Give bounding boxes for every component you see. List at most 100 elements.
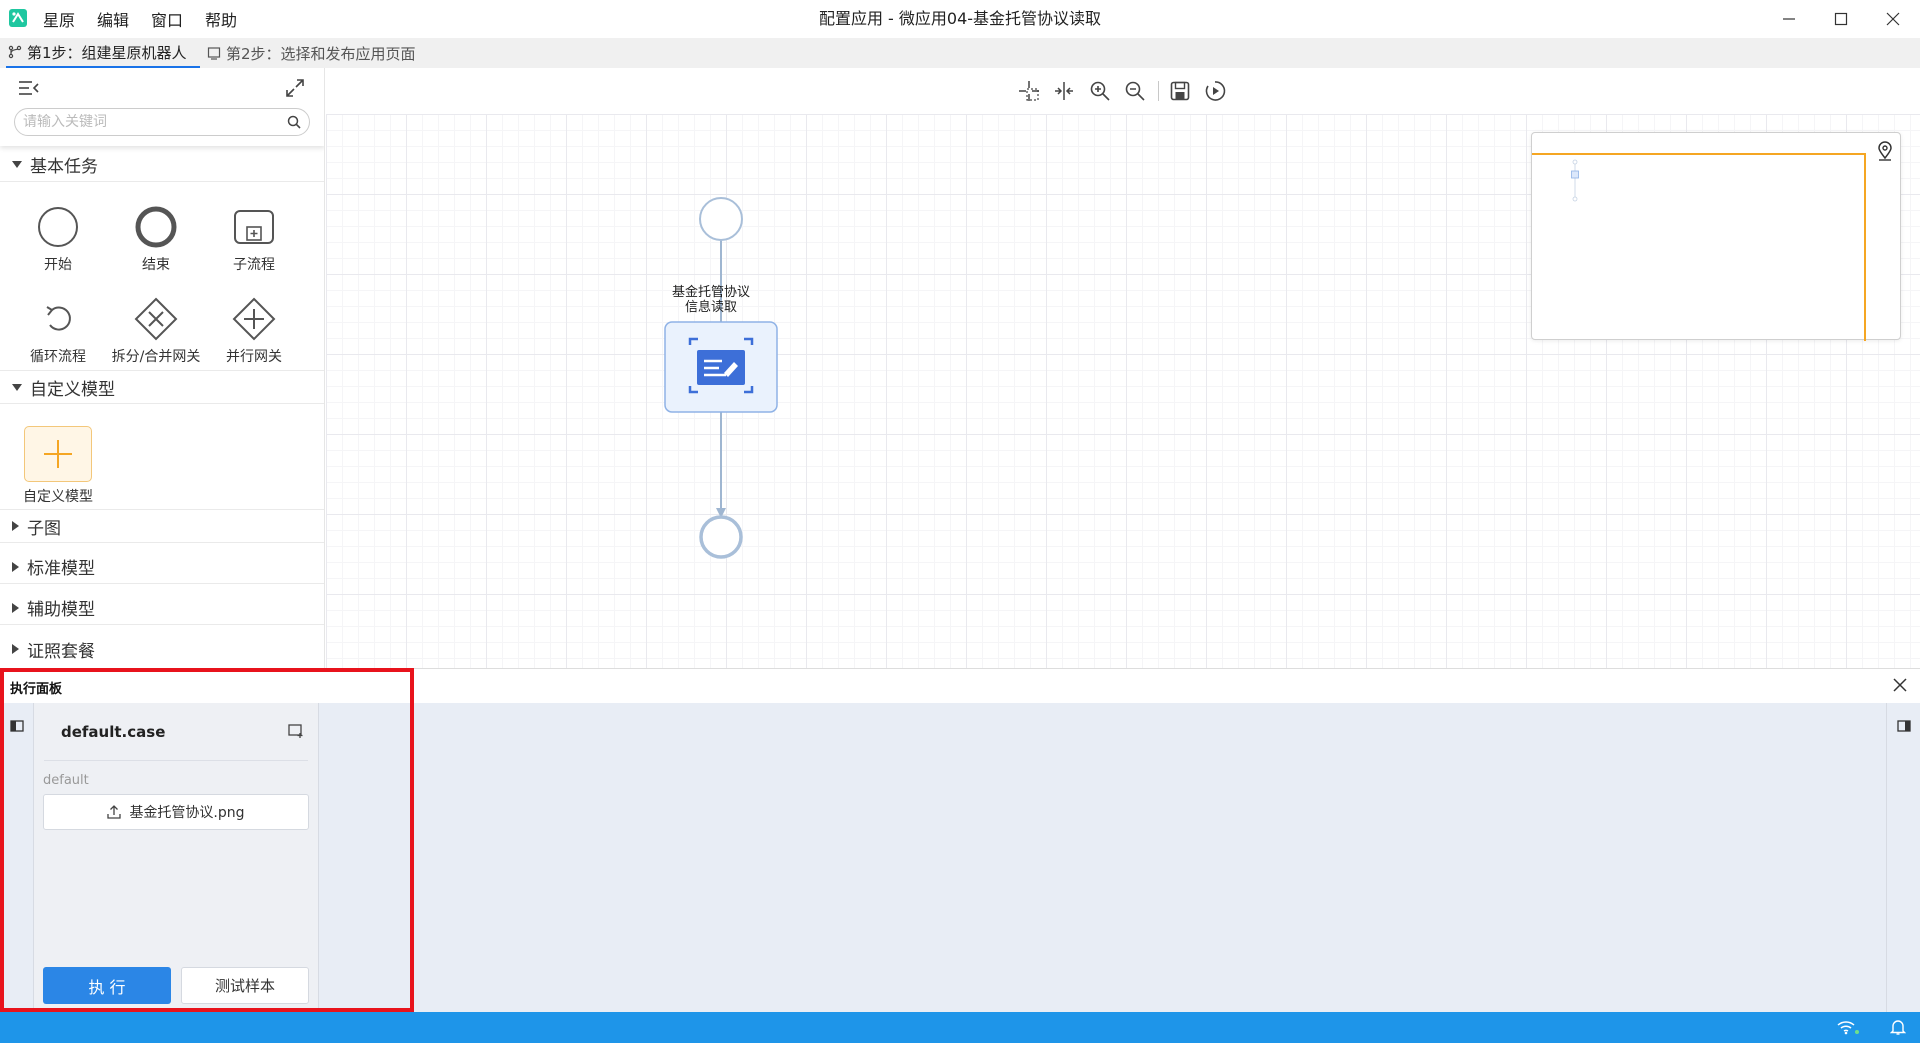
palette-search-box [14, 108, 310, 136]
right-dock-strip [1886, 703, 1920, 1013]
close-window-button[interactable] [1873, 5, 1913, 33]
step-1-label: 第1步：组建星原机器人 [27, 43, 187, 62]
section-standard-models[interactable]: 标准模型 [0, 550, 324, 584]
section-title: 证照套餐 [27, 641, 95, 662]
upload-file-name: 基金托管协议.png [129, 805, 245, 821]
minimize-icon [1783, 18, 1795, 20]
close-icon [1886, 12, 1900, 26]
section-auxiliary-models[interactable]: 辅助模型 [0, 591, 324, 625]
tool-label: 并行网关 [226, 349, 282, 365]
close-icon [1893, 678, 1907, 692]
section-title: 基本任务 [30, 157, 98, 177]
section-title: 辅助模型 [27, 600, 95, 620]
menu-item-xingyuan[interactable]: 星原 [43, 7, 75, 31]
subprocess-icon [234, 210, 274, 244]
page-icon [207, 47, 221, 60]
title-bar: 星原 编辑 窗口 帮助 配置应用 - 微应用04-基金托管协议读取 [0, 0, 1920, 38]
toggle-right-sidebar-icon[interactable] [1897, 720, 1911, 732]
maximize-icon [1834, 12, 1848, 26]
execute-button[interactable]: 执 行 [43, 967, 171, 1004]
toggle-left-sidebar-icon[interactable] [10, 720, 24, 732]
tool-label: 结束 [142, 257, 170, 273]
tool-custom-model[interactable]: 自定义模型 [10, 426, 106, 506]
expand-panel-button[interactable] [285, 78, 305, 98]
minimap-viewport[interactable] [1532, 153, 1866, 341]
execution-panel-title: 执行面板 [10, 682, 63, 697]
tool-label: 自定义模型 [23, 489, 93, 505]
menu-item-help[interactable]: 帮助 [205, 7, 237, 31]
task-node-label: 基金托管协议 信息读取 [671, 285, 750, 315]
tool-loop[interactable]: 循环流程 [10, 296, 106, 376]
component-palette: 基本任务 开始 结束 子流程 循环流程 拆分/合并网关 并行网关 自定义模型 自… [0, 68, 325, 668]
caret-right-icon [12, 561, 19, 572]
section-subgraph[interactable]: 子图 [0, 509, 324, 543]
tool-start[interactable]: 开始 [10, 204, 106, 284]
execution-panel: 执行面板 default.case default 基金托管协议.png 执 行… [0, 668, 1920, 1013]
status-bar [0, 1012, 1920, 1043]
execution-panel-header: 执行面板 [0, 669, 1920, 703]
tool-exclusive-gateway[interactable]: 拆分/合并网关 [108, 296, 204, 376]
section-title: 自定义模型 [30, 379, 115, 400]
test-sample-button[interactable]: 测试样本 [181, 967, 309, 1004]
tool-subprocess[interactable]: 子流程 [206, 204, 302, 284]
window-title: 配置应用 - 微应用04-基金托管协议读取 [818, 9, 1102, 28]
bell-icon [1890, 1020, 1906, 1035]
case-name[interactable]: default.case [61, 723, 165, 741]
minimize-button[interactable] [1769, 5, 1809, 33]
tool-end[interactable]: 结束 [108, 204, 204, 284]
collapse-menu-icon [19, 81, 39, 95]
flow-canvas[interactable]: 基金托管协议 信息读取 [326, 68, 1920, 668]
tool-label: 开始 [44, 257, 72, 273]
search-icon [287, 115, 301, 129]
minimap-preview [1571, 159, 1579, 202]
caret-right-icon [12, 521, 19, 531]
network-status[interactable] [1836, 1019, 1860, 1035]
expand-icon [286, 79, 304, 97]
end-node [699, 515, 743, 559]
close-panel-button[interactable] [1892, 677, 1908, 693]
upload-icon [107, 805, 122, 819]
add-case-button[interactable] [288, 723, 304, 739]
location-pin-icon [1878, 141, 1892, 161]
notifications-button[interactable] [1890, 1018, 1906, 1036]
branch-icon [8, 45, 22, 59]
tool-parallel-gateway[interactable]: 并行网关 [206, 296, 302, 376]
section-title: 子图 [27, 518, 61, 539]
steps-bar: 第1步：组建星原机器人 第2步：选择和发布应用页面 [0, 38, 1920, 68]
tab-step-1[interactable]: 第1步：组建星原机器人 [6, 38, 200, 68]
section-license-bundle[interactable]: 证照套餐 [0, 632, 324, 666]
caret-down-icon [12, 383, 22, 391]
add-icon [44, 440, 72, 468]
left-dock-strip [0, 703, 34, 1013]
loop-icon [46, 306, 71, 331]
case-group-label: default [43, 773, 89, 788]
end-event-icon [135, 206, 177, 248]
palette-header [0, 68, 324, 146]
exclusive-gateway-icon [134, 297, 178, 341]
menu-item-edit[interactable]: 编辑 [97, 7, 129, 31]
add-window-icon [288, 724, 303, 738]
caret-down-icon [12, 161, 22, 168]
menu-item-window[interactable]: 窗口 [151, 7, 183, 31]
collapse-panel-button[interactable] [18, 80, 40, 96]
parallel-gateway-icon [232, 297, 276, 341]
app-logo-icon [9, 9, 27, 27]
upload-file-button[interactable]: 基金托管协议.png [43, 794, 309, 830]
section-basic-tasks[interactable]: 基本任务 [0, 148, 324, 182]
caret-right-icon [12, 644, 19, 654]
minimap[interactable] [1531, 132, 1901, 341]
tool-label: 子流程 [233, 257, 275, 273]
palette-search-input[interactable] [23, 114, 287, 130]
wifi-icon [1837, 1021, 1859, 1035]
start-node [699, 197, 743, 241]
tool-label: 循环流程 [30, 349, 86, 365]
section-custom-models[interactable]: 自定义模型 [0, 370, 324, 404]
menu-bar: 星原 编辑 窗口 帮助 [43, 0, 237, 38]
execution-panel-body: default.case default 基金托管协议.png 执 行 测试样本 [0, 703, 1920, 1013]
divider [44, 760, 308, 761]
start-event-icon [38, 207, 78, 247]
minimap-pin-button[interactable] [1876, 141, 1894, 161]
maximize-button[interactable] [1821, 5, 1861, 33]
tab-step-2[interactable]: 第2步：选择和发布应用页面 [207, 38, 416, 68]
case-panel: default.case default 基金托管协议.png 执 行 测试样本 [34, 703, 319, 1013]
